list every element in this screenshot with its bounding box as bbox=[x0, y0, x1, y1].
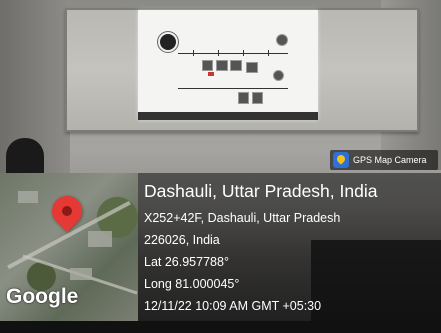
photo-frame: GPS Map Camera Google Dashauli, Uttar Pr… bbox=[0, 0, 441, 333]
slide-timeline-bottom bbox=[178, 88, 288, 89]
slide-timeline-top bbox=[178, 53, 288, 54]
timeline-tick bbox=[193, 50, 194, 56]
address-line-1: X252+42F, Dashauli, Uttar Pradesh bbox=[144, 211, 341, 225]
video-player-bar bbox=[138, 112, 318, 120]
projector-screen bbox=[138, 10, 318, 120]
timestamp: 12/11/22 10:09 AM GMT +05:30 bbox=[144, 299, 322, 313]
map-thumbnail: Google bbox=[0, 173, 138, 321]
google-logo: Google bbox=[6, 285, 79, 308]
location-info-panel: Dashauli, Uttar Pradesh, India X252+42F,… bbox=[138, 173, 441, 321]
timeline-tick bbox=[218, 50, 219, 56]
gps-watermark-tag: GPS Map Camera bbox=[330, 150, 438, 170]
map-building bbox=[70, 268, 92, 280]
watermark-label: GPS Map Camera bbox=[353, 155, 427, 165]
gps-map-camera-logo-icon bbox=[333, 152, 349, 168]
bottom-strip bbox=[0, 321, 441, 333]
map-building bbox=[88, 231, 112, 247]
slide-image bbox=[230, 60, 242, 71]
slide-image bbox=[276, 34, 288, 46]
address-line-2: 226026, India bbox=[144, 233, 220, 247]
slide-image bbox=[273, 70, 284, 81]
slide-red-mark bbox=[208, 72, 214, 76]
timeline-tick bbox=[268, 50, 269, 56]
longitude: Long 81.000045° bbox=[144, 277, 240, 291]
latitude: Lat 26.957788° bbox=[144, 255, 229, 269]
location-title: Dashauli, Uttar Pradesh, India bbox=[144, 181, 378, 201]
slide-image bbox=[202, 60, 213, 71]
slide-circle-graphic bbox=[158, 32, 178, 52]
slide-image bbox=[216, 60, 228, 71]
map-building bbox=[18, 191, 38, 203]
slide-image bbox=[246, 62, 258, 73]
slide-image bbox=[238, 92, 249, 104]
slide-image bbox=[252, 92, 263, 104]
timeline-tick bbox=[243, 50, 244, 56]
